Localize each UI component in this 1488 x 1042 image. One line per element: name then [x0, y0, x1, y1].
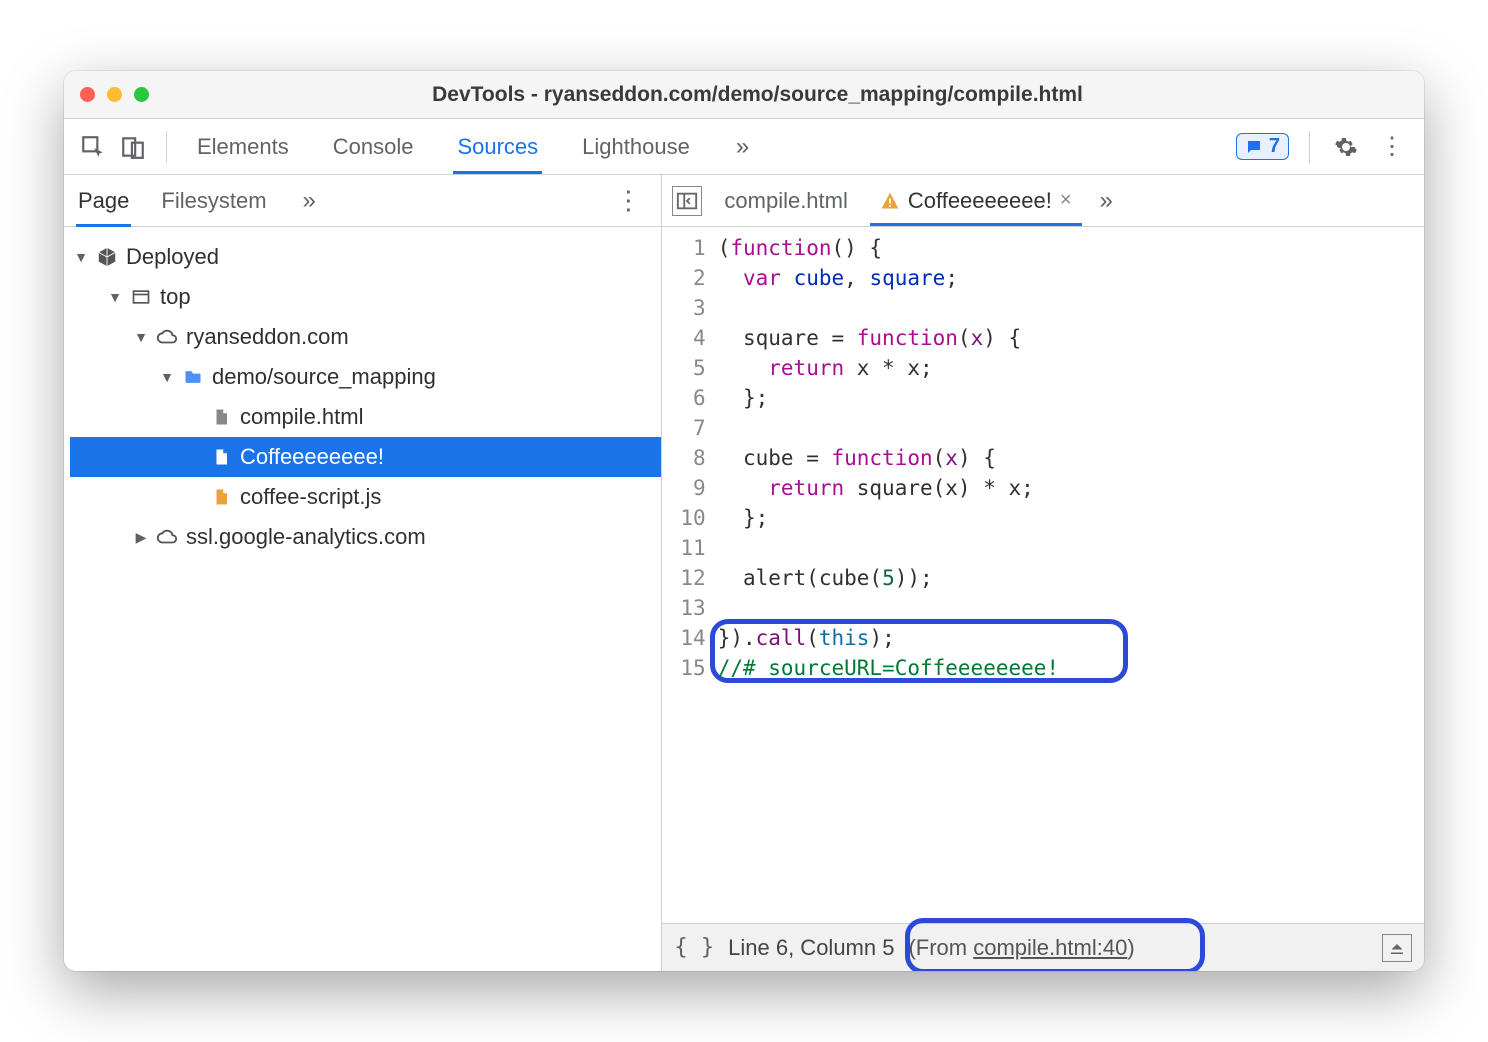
nav-tab-filesystem[interactable]: Filesystem	[159, 175, 268, 227]
caret-down-icon: ▼	[108, 289, 122, 305]
file-icon	[210, 446, 232, 468]
cube-icon	[96, 246, 118, 268]
pretty-print-icon[interactable]: { }	[674, 935, 714, 960]
js-file-icon	[210, 486, 232, 508]
more-tabs-icon[interactable]: »	[730, 133, 755, 161]
caret-right-icon: ▶	[134, 529, 148, 546]
tree-label: demo/source_mapping	[212, 364, 436, 390]
tree-label: ryanseddon.com	[186, 324, 349, 350]
tree-file-coffeescript-js[interactable]: coffee-script.js	[70, 477, 661, 517]
tree-folder[interactable]: ▼ demo/source_mapping	[70, 357, 661, 397]
minimize-window-button[interactable]	[107, 87, 122, 102]
tab-console[interactable]: Console	[329, 120, 418, 174]
issues-badge[interactable]: 7	[1236, 133, 1289, 160]
file-icon	[210, 406, 232, 428]
show-drawer-icon[interactable]	[1382, 934, 1412, 962]
editor-tabs: compile.html Coffeeeeeeee! × »	[662, 175, 1424, 227]
caret-down-icon: ▼	[134, 329, 148, 345]
device-toolbar-icon[interactable]	[116, 130, 150, 164]
titlebar: DevTools - ryanseddon.com/demo/source_ma…	[64, 71, 1424, 119]
cursor-position: Line 6, Column 5	[728, 935, 894, 961]
editor-tab-coffee[interactable]: Coffeeeeeeee! ×	[870, 176, 1082, 226]
editor-tab-compile[interactable]: compile.html	[714, 176, 857, 226]
toolbar-divider	[166, 131, 167, 163]
more-options-icon[interactable]: ⋮	[1372, 132, 1412, 161]
source-link[interactable]: compile.html:40	[973, 935, 1127, 960]
tab-elements[interactable]: Elements	[193, 120, 293, 174]
navigator-tabs: Page Filesystem » ⋮	[64, 175, 661, 227]
main-area: Page Filesystem » ⋮ ▼ Deployed ▼ top	[64, 175, 1424, 971]
editor-statusbar: { } Line 6, Column 5 (From compile.html:…	[662, 923, 1424, 971]
window-title: DevTools - ryanseddon.com/demo/source_ma…	[177, 83, 1408, 107]
tree-domain-analytics[interactable]: ▶ ssl.google-analytics.com	[70, 517, 661, 557]
source-origin: (From compile.html:40)	[908, 935, 1134, 961]
tree-label: compile.html	[240, 404, 363, 430]
panel-tabs: Elements Console Sources Lighthouse »	[183, 120, 1230, 174]
zoom-window-button[interactable]	[134, 87, 149, 102]
code-content[interactable]: (function() { var cube, square; square =…	[718, 233, 1424, 923]
tab-label: compile.html	[724, 188, 847, 214]
tree-file-compile[interactable]: compile.html	[70, 397, 661, 437]
toggle-navigator-icon[interactable]	[672, 186, 702, 216]
tab-label: Coffeeeeeeee!	[908, 188, 1052, 214]
nav-more-tabs-icon[interactable]: »	[297, 187, 322, 215]
cloud-icon	[156, 526, 178, 548]
navigator-pane: Page Filesystem » ⋮ ▼ Deployed ▼ top	[64, 175, 662, 971]
nav-tab-page[interactable]: Page	[76, 175, 131, 227]
cloud-icon	[156, 326, 178, 348]
devtools-window: DevTools - ryanseddon.com/demo/source_ma…	[64, 71, 1424, 971]
tree-file-coffee[interactable]: Coffeeeeeeee!	[70, 437, 661, 477]
close-window-button[interactable]	[80, 87, 95, 102]
tree-frame-top[interactable]: ▼ top	[70, 277, 661, 317]
issues-count: 7	[1269, 135, 1280, 158]
caret-down-icon: ▼	[74, 249, 88, 265]
file-tree: ▼ Deployed ▼ top ▼ ryanseddon.com	[64, 227, 661, 971]
window-controls	[80, 87, 149, 102]
code-editor[interactable]: 123456789101112131415 (function() { var …	[662, 227, 1424, 923]
tree-label: top	[160, 284, 191, 310]
toolbar-divider-2	[1309, 131, 1310, 163]
nav-more-options-icon[interactable]: ⋮	[607, 185, 649, 216]
tree-label: ssl.google-analytics.com	[186, 524, 426, 550]
warning-icon	[880, 191, 900, 211]
caret-down-icon: ▼	[160, 369, 174, 385]
line-gutter: 123456789101112131415	[662, 233, 717, 923]
tree-label: Deployed	[126, 244, 219, 270]
tree-root-deployed[interactable]: ▼ Deployed	[70, 237, 661, 277]
tree-label: Coffeeeeeeee!	[240, 444, 384, 470]
tree-domain-ryanseddon[interactable]: ▼ ryanseddon.com	[70, 317, 661, 357]
inspect-element-icon[interactable]	[76, 130, 110, 164]
main-toolbar: Elements Console Sources Lighthouse » 7 …	[64, 119, 1424, 175]
editor-more-tabs-icon[interactable]: »	[1094, 187, 1119, 215]
tab-sources[interactable]: Sources	[453, 120, 542, 174]
close-tab-icon[interactable]: ×	[1060, 189, 1072, 212]
folder-icon	[182, 366, 204, 388]
tab-lighthouse[interactable]: Lighthouse	[578, 120, 694, 174]
frame-icon	[130, 286, 152, 308]
settings-icon[interactable]	[1326, 135, 1366, 159]
editor-pane: compile.html Coffeeeeeeee! × » 123456789…	[662, 175, 1424, 971]
tree-label: coffee-script.js	[240, 484, 381, 510]
